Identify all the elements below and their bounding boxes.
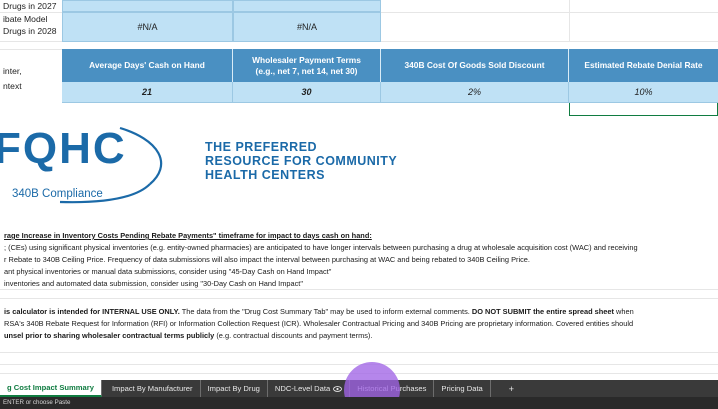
tab-drug-cost-impact-summary[interactable]: g Cost Impact Summary <box>0 380 102 397</box>
notes-line-3[interactable]: ant physical inventories or manual data … <box>4 266 331 278</box>
notes-line-1[interactable]: ; (CEs) using significant physical inven… <box>4 242 638 254</box>
value-payment-terms[interactable]: 30 <box>233 82 381 103</box>
fqhc-logo: FQHC 340B Compliance <box>0 118 200 206</box>
grid-line <box>0 298 718 299</box>
logo-tagline-2: RESOURCE FOR COMMUNITY <box>205 154 398 168</box>
header-days-cash[interactable]: Average Days' Cash on Hand <box>62 49 233 82</box>
header-cogs-discount[interactable]: 340B Cost Of Goods Sold Discount <box>381 49 569 82</box>
cell-2027-col1[interactable] <box>62 0 233 12</box>
logo-subtitle: 340B Compliance <box>12 188 103 200</box>
value-days-cash[interactable]: 21 <box>62 82 233 103</box>
notes-heading[interactable]: rage Increase in Inventory Costs Pending… <box>4 230 372 242</box>
value-denial-rate[interactable]: 10% <box>569 82 718 103</box>
disclaimer-line-3[interactable]: unsel prior to sharing wholesaler contra… <box>4 330 372 342</box>
tab-impact-by-manufacturer[interactable]: Impact By Manufacturer <box>102 380 201 397</box>
logo-tagline-1: THE PREFERRED <box>205 140 318 154</box>
disclaimer-bold-2: DO NOT SUBMIT the entire spread sheet <box>471 307 614 316</box>
disclaimer-line-1[interactable]: is calculator is intended for INTERNAL U… <box>4 306 634 318</box>
disclaimer-bold-1: is calculator is intended for INTERNAL U… <box>4 307 180 316</box>
grid-line <box>0 352 718 353</box>
cell-2028-col1[interactable]: #N/A <box>62 12 233 42</box>
tab-ndc-level-data-label: NDC-Level Data <box>274 384 331 393</box>
disclaimer-end-3: (e.g. contractual discounts and payment … <box>214 331 373 340</box>
notes-line-2[interactable]: r Rebate to 340B Ceiling Price. Frequenc… <box>4 254 530 266</box>
disclaimer-line-2[interactable]: RSA's 340B Rebate Request for Informatio… <box>4 318 633 330</box>
cell-value: #N/A <box>296 22 317 32</box>
row-label-2027[interactable]: Drugs in 2027 <box>3 1 57 12</box>
cell-2028-col2[interactable]: #N/A <box>233 12 381 42</box>
status-bar: ENTER or choose Paste <box>0 397 718 409</box>
row-label-model[interactable]: ibate Model <box>3 14 47 25</box>
header-payment-terms-line2: (e.g., net 7, net 14, net 30) <box>255 65 358 76</box>
logo-tagline: THE PREFERRED RESOURCE FOR COMMUNITY HEA… <box>205 140 397 182</box>
logo-letters: FQHC <box>0 124 127 173</box>
value-cogs-discount[interactable]: 2% <box>381 82 569 103</box>
cell-2027-col2[interactable] <box>233 0 381 12</box>
side-label-1[interactable]: inter, <box>3 66 22 77</box>
selected-cell[interactable] <box>569 103 718 116</box>
disclaimer-end: when <box>613 307 634 316</box>
tab-impact-by-drug[interactable]: Impact By Drug <box>201 380 268 397</box>
cell-value: #N/A <box>137 22 158 32</box>
header-denial-rate[interactable]: Estimated Rebate Denial Rate <box>569 49 718 82</box>
disclaimer-bold-3: unsel prior to sharing wholesaler contra… <box>4 331 215 340</box>
add-sheet-button[interactable]: + <box>491 380 521 397</box>
logo-tagline-3: HEALTH CENTERS <box>205 168 325 182</box>
tab-ndc-level-data[interactable]: NDC-Level Data <box>268 380 351 397</box>
header-payment-terms[interactable]: Wholesaler Payment Terms (e.g., net 7, n… <box>233 49 381 82</box>
row-label-2028[interactable]: Drugs in 2028 <box>3 26 57 37</box>
side-label-2[interactable]: ntext <box>3 81 22 92</box>
eye-icon <box>333 385 343 392</box>
spreadsheet-window: Drugs in 2027 ibate Model Drugs in 2028 … <box>0 0 718 409</box>
notes-heading-text: rage Increase in Inventory Costs Pending… <box>4 231 372 240</box>
tab-pricing-data[interactable]: Pricing Data <box>434 380 491 397</box>
grid-line <box>569 0 570 42</box>
notes-line-4[interactable]: inventories and automated data submissio… <box>4 278 303 290</box>
header-payment-terms-line1: Wholesaler Payment Terms <box>252 54 361 65</box>
disclaimer-mid: The data from the "Drug Cost Summary Tab… <box>179 307 472 316</box>
